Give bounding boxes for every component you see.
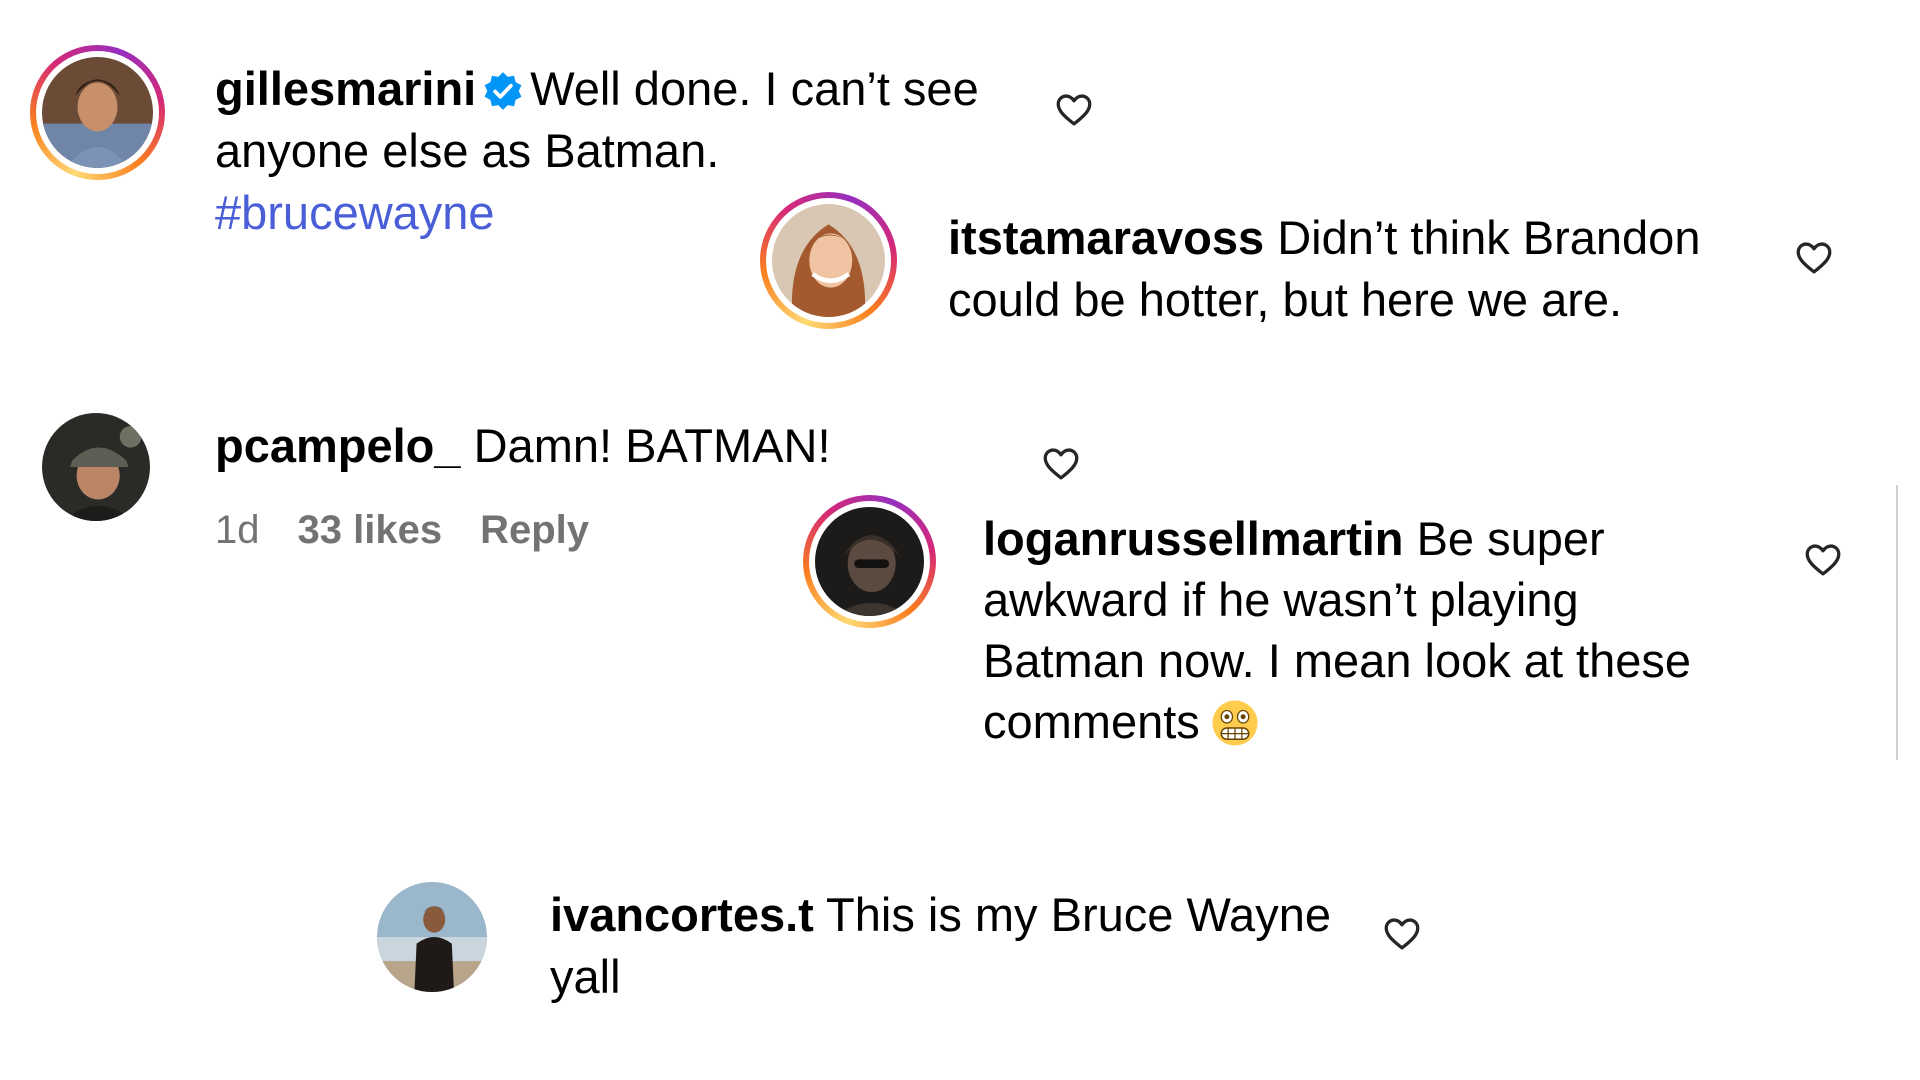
timestamp: 1d — [215, 508, 260, 552]
heart-outline-icon[interactable] — [1381, 912, 1423, 954]
heart-outline-icon[interactable] — [1040, 442, 1082, 484]
hashtag-link[interactable]: #brucewayne — [215, 186, 495, 239]
avatar[interactable] — [803, 495, 936, 628]
username[interactable]: pcampelo_ — [215, 419, 461, 472]
avatar[interactable] — [760, 192, 897, 329]
avatar[interactable] — [42, 413, 150, 521]
username[interactable]: ivancortes.t — [550, 888, 814, 941]
heart-outline-icon[interactable] — [1053, 88, 1095, 130]
avatar[interactable] — [377, 882, 487, 992]
reply-button[interactable]: Reply — [480, 508, 589, 552]
heart-outline-icon[interactable] — [1802, 538, 1844, 580]
comment-meta: 1d 33 likes Reply — [215, 508, 627, 553]
grimacing-face-emoji — [1212, 700, 1258, 746]
comment-text: Damn! BATMAN! — [473, 419, 831, 472]
avatar[interactable] — [30, 45, 165, 180]
scrollbar-track[interactable] — [1896, 485, 1898, 760]
username[interactable]: gillesmarini — [215, 62, 476, 115]
heart-outline-icon[interactable] — [1793, 236, 1835, 278]
username[interactable]: itstamaravoss — [948, 211, 1264, 264]
username[interactable]: loganrussellmartin — [983, 512, 1404, 565]
likes-count[interactable]: 33 likes — [298, 508, 443, 552]
verified-badge-icon — [484, 72, 522, 110]
